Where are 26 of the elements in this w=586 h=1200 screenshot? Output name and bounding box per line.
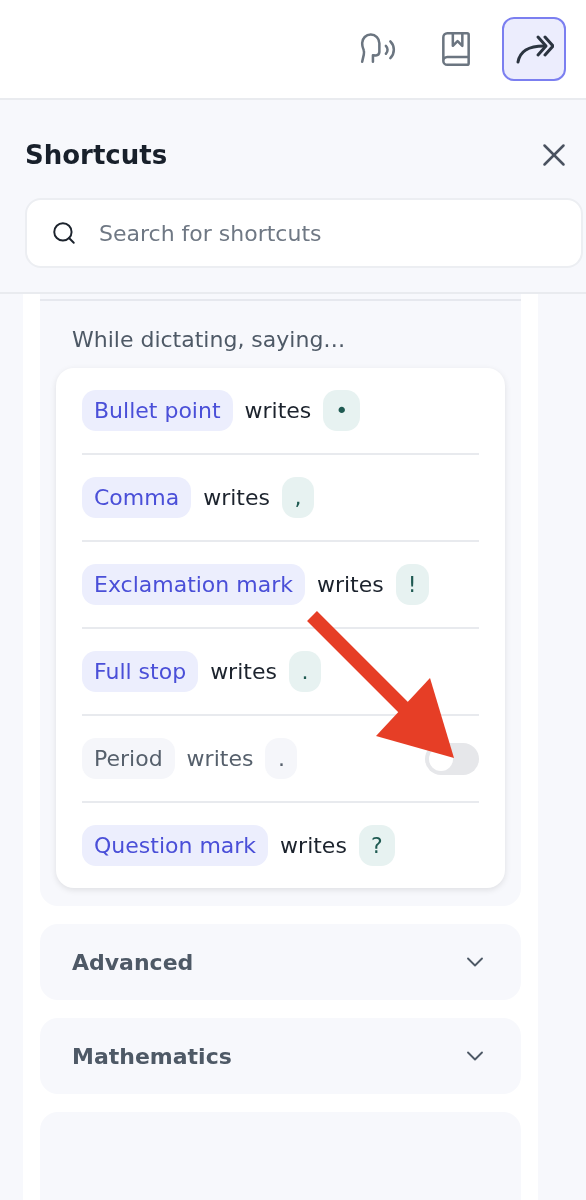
phrase-chip: Question mark (82, 825, 269, 866)
phrase-chip: Comma (82, 477, 192, 518)
section-intro: While dictating, saying… (71, 326, 347, 354)
writes-label: writes (203, 485, 270, 510)
phrase-chip: Exclamation mark (82, 564, 305, 605)
writes-label: writes (280, 833, 347, 858)
writes-label: writes (316, 572, 384, 597)
search-icon (51, 220, 77, 246)
output-chip: ? (358, 825, 395, 866)
output-chip: • (323, 390, 361, 431)
writes-label: writes (186, 746, 254, 771)
output-chip: . (288, 651, 321, 692)
toolbar-button[interactable] (502, 17, 566, 81)
search-field[interactable]: Search for shortcuts (25, 198, 583, 268)
phrase-chip: Bullet point (82, 390, 233, 431)
section-header[interactable]: Advanced (40, 924, 521, 1000)
output-chip: . (265, 738, 298, 779)
forward-icon (514, 33, 554, 65)
section-header[interactable]: Mathematics (40, 1018, 521, 1094)
output-chip: ! (395, 564, 429, 605)
writes-label: writes (210, 659, 277, 684)
panel-title: Shortcuts (25, 140, 168, 170)
output-chip: , (281, 477, 314, 518)
writes-label: writes (244, 398, 312, 423)
phrase-chip: Period (82, 738, 175, 779)
phrase-chip: Full stop (82, 651, 199, 692)
